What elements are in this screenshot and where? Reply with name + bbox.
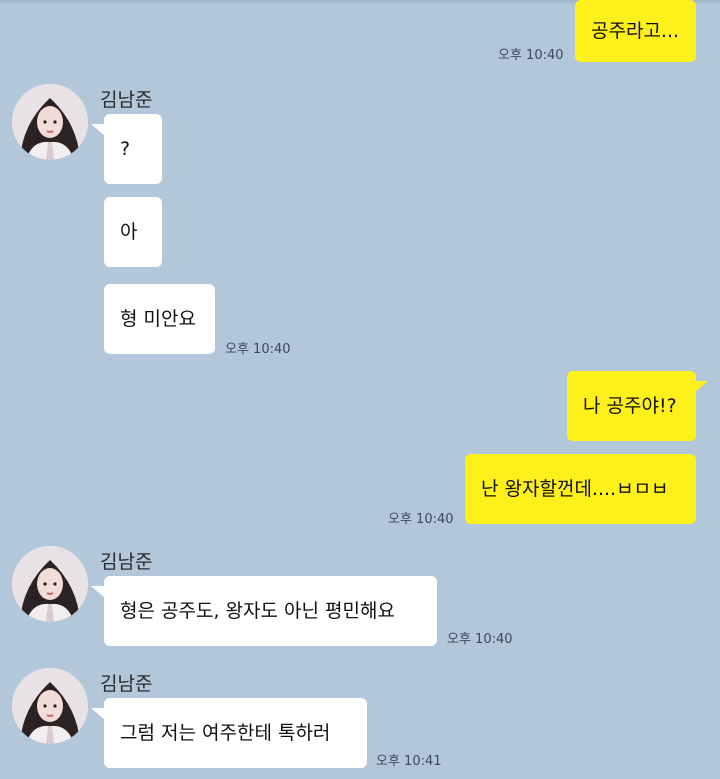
message-time: 오후 10:40	[498, 48, 564, 63]
message-bubble-incoming[interactable]: 그럼 저는 여주한테 톡하러	[104, 698, 367, 768]
avatar-image	[12, 546, 88, 622]
bubble-tail	[694, 381, 708, 393]
avatar-image	[12, 84, 88, 160]
message-bubble-outgoing[interactable]: 난 왕자할껀데....ㅂㅁㅂ	[465, 454, 696, 524]
message-time: 오후 10:40	[388, 512, 454, 527]
sender-name: 김남준	[100, 89, 153, 111]
message-bubble-incoming[interactable]: ?	[104, 114, 162, 184]
message-text: 나 공주야!?	[583, 394, 677, 417]
sender-name: 김남준	[100, 673, 153, 695]
avatar[interactable]	[12, 84, 88, 160]
message-text: 그럼 저는 여주한테 톡하러	[120, 721, 331, 744]
message-bubble-outgoing[interactable]: 공주라고...	[575, 0, 696, 62]
avatar[interactable]	[12, 668, 88, 744]
message-bubble-incoming[interactable]: 형 미안요	[104, 284, 215, 354]
message-bubble-incoming[interactable]: 형은 공주도, 왕자도 아닌 평민해요	[104, 576, 437, 646]
message-text: 형은 공주도, 왕자도 아닌 평민해요	[120, 599, 395, 622]
avatar[interactable]	[12, 546, 88, 622]
message-text: 형 미안요	[120, 307, 196, 330]
message-text: ?	[120, 137, 131, 160]
bubble-tail	[91, 708, 105, 720]
message-time: 오후 10:41	[376, 754, 442, 769]
message-bubble-outgoing[interactable]: 나 공주야!?	[567, 371, 696, 441]
avatar-image	[12, 668, 88, 744]
sender-name: 김남준	[100, 551, 153, 573]
message-text: 난 왕자할껀데....ㅂㅁㅂ	[481, 477, 669, 500]
message-time: 오후 10:40	[225, 342, 291, 357]
bubble-tail	[91, 124, 105, 136]
message-time: 오후 10:40	[447, 632, 513, 647]
message-bubble-incoming[interactable]: 아	[104, 197, 162, 267]
message-text: 공주라고...	[591, 19, 680, 42]
bubble-tail	[91, 586, 105, 598]
message-text: 아	[120, 220, 138, 243]
